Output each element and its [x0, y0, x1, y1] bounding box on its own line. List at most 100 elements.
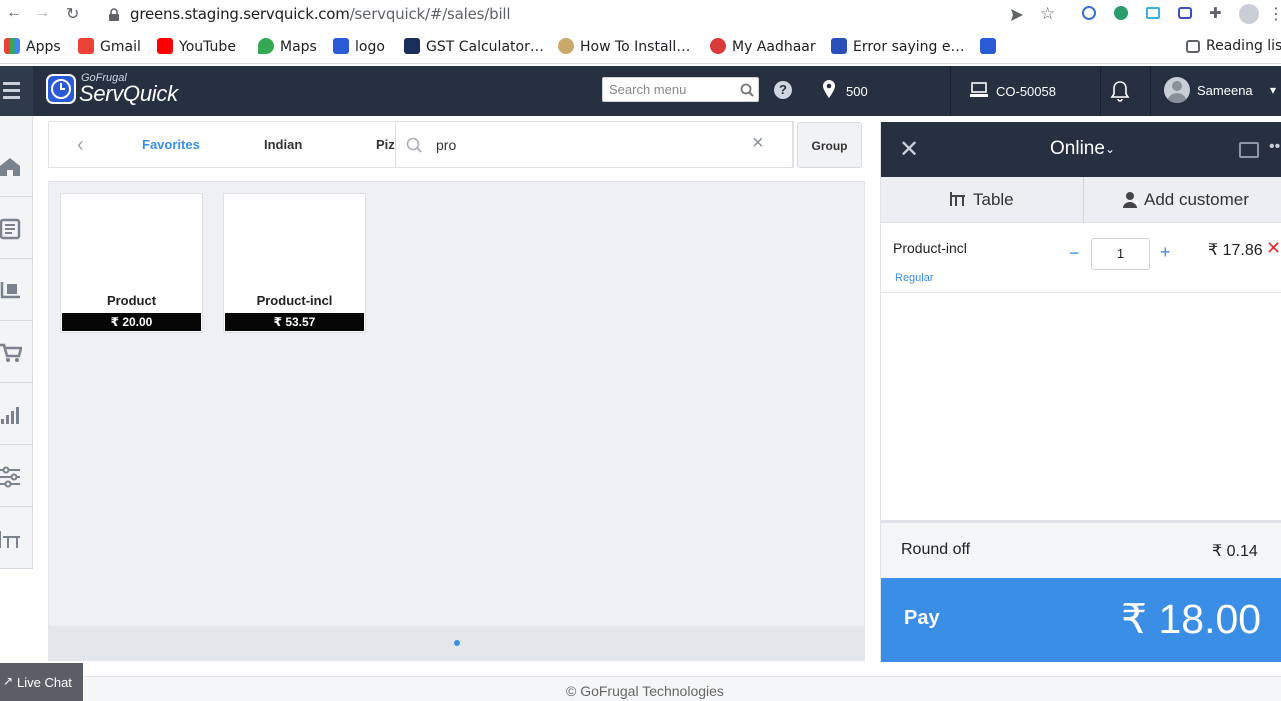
extensions-puzzle-icon[interactable]: ✚: [1209, 4, 1222, 22]
bookmark-error-saying[interactable]: Error saying e…: [831, 38, 964, 55]
bill-tabs: Table Add customer: [881, 177, 1281, 223]
page-indicator-dot[interactable]: [454, 640, 460, 646]
bookmark-logo[interactable]: logo: [333, 38, 385, 55]
bookmark-apps[interactable]: Apps: [4, 38, 61, 55]
bookmark-gst-calculator[interactable]: GST Calculator…: [404, 38, 544, 55]
bookmark-clock[interactable]: [980, 38, 1002, 55]
url-host: greens.staging.servquick.com: [130, 5, 350, 23]
chevron-down-icon[interactable]: ▾: [1270, 83, 1276, 97]
extension-c-icon[interactable]: [1146, 7, 1160, 19]
reading-list-icon: [1186, 40, 1200, 53]
reading-list[interactable]: Reading list: [1186, 38, 1281, 54]
grid-pager: [49, 626, 864, 660]
bar-chart-icon: [1, 407, 19, 424]
location-pin-icon[interactable]: [822, 79, 836, 99]
bookmarks-bar: Apps Gmail YouTube Maps logo GST Calcula…: [0, 32, 1281, 64]
bookmark-label: Maps: [280, 39, 317, 55]
home-icon: [0, 158, 20, 176]
chevron-left-icon[interactable]: ‹: [77, 134, 84, 157]
error-saying-icon: [831, 38, 847, 54]
tab-add-customer[interactable]: Add customer: [1085, 177, 1281, 222]
bookmark-maps[interactable]: Maps: [258, 38, 317, 55]
bookmark-label: GST Calculator…: [426, 39, 544, 55]
more-icon[interactable]: ••: [1269, 138, 1280, 156]
item-amount: ₹ 17.86: [1208, 242, 1263, 259]
header-divider: [1150, 66, 1151, 116]
user-name[interactable]: Sameena: [1197, 83, 1253, 98]
header-divider: [950, 66, 951, 116]
bell-icon[interactable]: [1110, 80, 1130, 102]
servquick-logo-icon: [46, 74, 76, 104]
tab-table[interactable]: Table: [881, 177, 1084, 222]
sidebar-item-reports[interactable]: [0, 384, 33, 445]
category-indian[interactable]: Indian: [264, 137, 302, 152]
avatar[interactable]: [1164, 77, 1190, 103]
group-button[interactable]: Group: [797, 122, 862, 168]
clear-search-icon[interactable]: ×: [752, 132, 764, 155]
logo-icon: [333, 38, 349, 54]
location-label[interactable]: 500: [846, 84, 868, 99]
browser-menu-icon[interactable]: ⋮: [1268, 4, 1281, 24]
star-icon[interactable]: ☆: [1040, 4, 1055, 24]
product-search-input[interactable]: [436, 135, 736, 155]
item-name: Product-incl: [893, 240, 967, 256]
extension-d-icon[interactable]: [1178, 7, 1192, 19]
sidebar-item-home[interactable]: [0, 136, 33, 197]
order-mode-select[interactable]: Online: [1050, 138, 1105, 160]
menu-search[interactable]: [602, 77, 759, 102]
qty-decrement-button[interactable]: −: [1069, 243, 1080, 264]
terminal-icon[interactable]: [969, 82, 989, 98]
sidebar-item-settings[interactable]: [0, 446, 33, 507]
sidebar-item-tables[interactable]: [0, 508, 33, 569]
bill-header: ✕ Online ⌄ ••: [881, 122, 1281, 177]
category-pizza[interactable]: Piz: [376, 137, 395, 152]
sidebar-item-cart[interactable]: [0, 322, 33, 383]
reload-icon[interactable]: ↻: [66, 4, 79, 24]
extension-a-icon[interactable]: [1082, 6, 1096, 20]
back-icon[interactable]: ←: [6, 4, 22, 22]
outlet-label[interactable]: CO-50058: [996, 84, 1056, 99]
help-icon[interactable]: ?: [774, 81, 792, 99]
extension-b-icon[interactable]: [1114, 6, 1128, 20]
pay-button[interactable]: Pay ₹ 18.00: [881, 578, 1281, 662]
product-price: ₹ 20.00: [62, 313, 201, 331]
qty-input[interactable]: 1: [1091, 238, 1150, 270]
cart-icon: [0, 343, 22, 362]
pay-amount: ₹ 18.00: [1121, 596, 1262, 642]
orders-icon: [0, 218, 21, 240]
remove-item-icon[interactable]: ✕: [1266, 238, 1281, 259]
search-icon[interactable]: [740, 83, 754, 97]
bookmark-youtube[interactable]: YouTube: [157, 38, 236, 55]
chevron-down-icon[interactable]: ⌄: [1105, 142, 1115, 156]
reading-list-label: Reading list: [1206, 38, 1281, 54]
category-favorites[interactable]: Favorites: [142, 137, 200, 152]
bookmark-label: How To Install…: [580, 39, 691, 55]
print-icon[interactable]: [1239, 142, 1259, 158]
item-variant-link[interactable]: Regular: [895, 272, 934, 284]
qty-increment-button[interactable]: +: [1160, 242, 1171, 263]
how-to-install-icon: [558, 38, 574, 54]
profile-icon[interactable]: [1239, 4, 1259, 24]
bookmark-how-to-install[interactable]: How To Install…: [558, 38, 690, 55]
sidebar-item-orders[interactable]: [0, 198, 33, 259]
url-text[interactable]: greens.staging.servquick.com/servquick/#…: [130, 5, 511, 23]
browser-toolbar: ← → ↻ greens.staging.servquick.com/servq…: [0, 0, 1281, 30]
youtube-icon: [157, 38, 173, 54]
sidebar-item-inventory[interactable]: [0, 260, 33, 321]
external-link-icon: ↗: [3, 674, 14, 688]
gst-calculator-icon: [404, 38, 420, 54]
product-search[interactable]: ×: [395, 121, 793, 168]
bookmark-gmail[interactable]: Gmail: [78, 38, 141, 55]
product-tile[interactable]: Product-incl ₹ 53.57: [223, 193, 366, 333]
product-tile[interactable]: Product ₹ 20.00: [60, 193, 203, 333]
forward-icon[interactable]: →: [34, 4, 50, 22]
menu-search-input[interactable]: [603, 78, 733, 101]
product-grid: Product ₹ 20.00 Product-incl ₹ 53.57: [48, 181, 865, 661]
send-icon[interactable]: [1010, 8, 1024, 22]
live-chat-button[interactable]: ↗ Live Chat: [0, 663, 83, 701]
roundoff-label: Round off: [901, 541, 971, 558]
bookmark-my-aadhaar[interactable]: My Aadhaar: [710, 38, 816, 55]
close-icon[interactable]: ✕: [899, 135, 919, 164]
bookmark-label: My Aadhaar: [732, 39, 816, 55]
hamburger-menu-icon[interactable]: [0, 66, 33, 116]
